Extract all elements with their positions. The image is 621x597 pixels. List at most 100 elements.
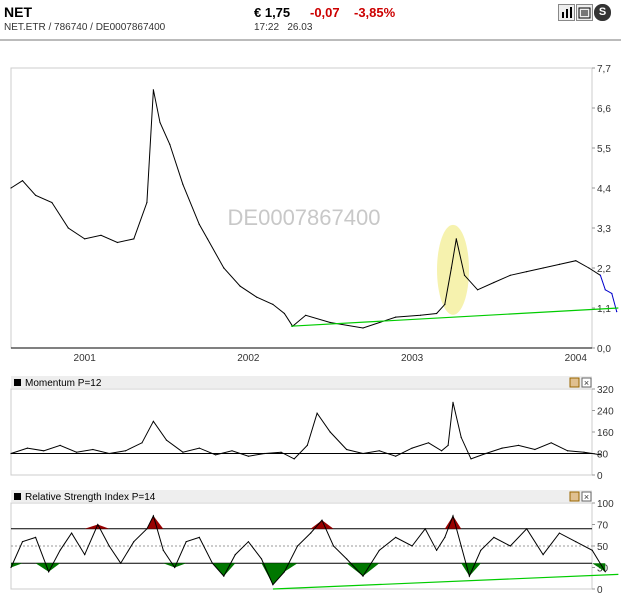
price-data-point bbox=[283, 312, 285, 315]
rsi-data-point bbox=[223, 575, 225, 577]
momentum-y-tick-label: 240 bbox=[597, 407, 614, 418]
price-x-tick-label: 2001 bbox=[74, 353, 97, 364]
rsi-data-point bbox=[411, 545, 413, 547]
rsi-data-point bbox=[310, 532, 312, 534]
watermark: DE0007867400 bbox=[228, 205, 381, 230]
price-data-point bbox=[223, 267, 225, 269]
rsi-data-point bbox=[444, 536, 446, 539]
momentum-data-point bbox=[306, 444, 308, 446]
momentum-data-point bbox=[280, 451, 282, 453]
rsi-data-point bbox=[71, 532, 73, 534]
price-data-point bbox=[51, 201, 53, 204]
price-data-point bbox=[239, 285, 241, 287]
momentum-data-point bbox=[447, 444, 449, 446]
momentum-data-point bbox=[378, 450, 380, 452]
momentum-data-point bbox=[460, 436, 462, 438]
momentum-data-point bbox=[346, 448, 348, 451]
momentum-data-point bbox=[599, 454, 602, 456]
price-y-tick-label: 7,7 bbox=[597, 64, 611, 75]
rsi-data-point bbox=[146, 528, 148, 530]
rsi-data-point bbox=[211, 562, 213, 564]
rsi-y-tick-label: 100 bbox=[597, 499, 614, 510]
rsi-data-point bbox=[591, 549, 593, 551]
rsi-data-point bbox=[332, 545, 335, 547]
price-data-point bbox=[182, 183, 184, 185]
rsi-data-point bbox=[162, 549, 164, 551]
momentum-data-point bbox=[165, 439, 168, 441]
rsi-data-point bbox=[395, 536, 397, 539]
momentum-data-point bbox=[10, 452, 12, 455]
momentum-data-point bbox=[215, 454, 217, 456]
rsi-data-point bbox=[174, 566, 176, 569]
momentum-data-point bbox=[517, 444, 520, 446]
momentum-data-point bbox=[26, 447, 28, 449]
momentum-data-point bbox=[125, 450, 127, 452]
rsi-data-point bbox=[247, 541, 249, 543]
price-data-point bbox=[362, 327, 364, 329]
price-data-point bbox=[10, 187, 12, 189]
momentum-data-point bbox=[485, 452, 487, 455]
momentum-data-point bbox=[264, 452, 266, 455]
rsi-data-point bbox=[362, 575, 364, 577]
price-data-point bbox=[272, 303, 274, 305]
rsi-data-point bbox=[321, 519, 323, 521]
momentum-panel-frame bbox=[10, 388, 593, 476]
price-data-point bbox=[395, 316, 397, 318]
rsi-data-point bbox=[346, 558, 348, 560]
price-data-point bbox=[305, 314, 307, 316]
price-data-point bbox=[206, 238, 209, 240]
price-x-tick-label: 2002 bbox=[237, 353, 260, 364]
price-data-point bbox=[152, 89, 154, 91]
rsi-data-point bbox=[120, 562, 122, 564]
chart-area: DE0007867400 7,76,65,54,43,32,21,10,0 20… bbox=[10, 64, 619, 596]
momentum-data-point bbox=[411, 447, 413, 449]
rsi-label: Relative Strength Index P=14 bbox=[25, 492, 156, 503]
rsi-data-point bbox=[97, 523, 99, 526]
price-data-point bbox=[604, 289, 606, 291]
momentum-data-point bbox=[329, 431, 331, 433]
price-data-point bbox=[133, 238, 135, 240]
rsi-data-point bbox=[436, 549, 438, 551]
price-data-point bbox=[463, 274, 466, 276]
price-x-tick-label: 2004 bbox=[565, 353, 588, 364]
price-data-point bbox=[419, 314, 421, 316]
momentum-data-point bbox=[141, 442, 143, 444]
price-y-tick-label: 5,5 bbox=[597, 144, 611, 155]
momentum-settings-icon[interactable] bbox=[569, 377, 580, 388]
rsi-data-point bbox=[10, 566, 12, 569]
rsi-data-point bbox=[152, 515, 154, 517]
price-data-point bbox=[21, 180, 24, 182]
price-data-point bbox=[159, 121, 161, 124]
momentum-data-point bbox=[395, 455, 397, 457]
price-data-point bbox=[493, 281, 495, 284]
price-y-tick-label: 6,6 bbox=[597, 104, 611, 115]
momentum-y-ticks: 320240160800 bbox=[592, 385, 614, 482]
price-data-point bbox=[509, 274, 511, 276]
price-y-tick-label: 2,2 bbox=[597, 264, 611, 275]
rsi-data-point bbox=[493, 536, 495, 539]
momentum-data-point bbox=[441, 450, 443, 452]
price-data-point bbox=[450, 267, 452, 269]
rsi-data-point bbox=[480, 549, 482, 551]
price-data-point bbox=[436, 312, 438, 315]
momentum-close-glyph: × bbox=[584, 378, 589, 388]
rsi-data-point bbox=[133, 541, 135, 543]
rsi-y-tick-label: 50 bbox=[597, 542, 609, 553]
price-y-tick-label: 3,3 bbox=[597, 224, 611, 235]
momentum-data-point bbox=[247, 455, 249, 457]
momentum-data-point bbox=[43, 450, 45, 452]
momentum-data-point bbox=[152, 420, 154, 422]
price-data-point bbox=[542, 267, 544, 269]
price-x-ticks: 2001 2002 2003 2004 bbox=[74, 353, 588, 364]
momentum-data-point bbox=[550, 442, 552, 444]
price-highlight-ellipse bbox=[437, 224, 470, 315]
momentum-data-point bbox=[316, 412, 318, 414]
momentum-data-point bbox=[182, 451, 184, 453]
momentum-data-point bbox=[198, 447, 200, 449]
rsi-data-point bbox=[542, 554, 544, 556]
price-data-point bbox=[455, 238, 457, 240]
rsi-data-point bbox=[48, 571, 50, 573]
momentum-data-point bbox=[534, 448, 536, 451]
rsi-settings-icon[interactable] bbox=[569, 491, 580, 502]
rsi-data-point bbox=[526, 528, 528, 530]
